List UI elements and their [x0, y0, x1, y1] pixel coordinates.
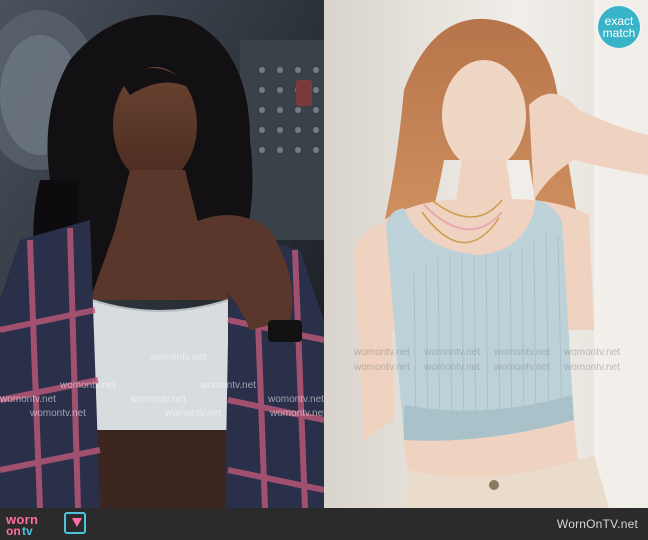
watermark-text: womontv.net — [424, 347, 480, 358]
wornontv-logo[interactable]: worn on tv — [6, 512, 96, 538]
badge-line-exact: exact — [604, 14, 634, 28]
badge-line-match: match — [602, 26, 636, 40]
watermark-text: womontv.net — [564, 362, 620, 373]
watermark-text: womontv.net — [354, 347, 410, 358]
logo-on-text: on — [6, 524, 21, 538]
watermark-text: womontv.net — [268, 394, 324, 405]
watermark-text: womontv.net — [150, 352, 206, 363]
footer-bar: worn on tv WornOnTV.net — [0, 508, 648, 540]
product-photo-illustration — [324, 0, 648, 508]
watermark-text: womontv.net — [494, 347, 550, 358]
watermark-text: womontv.net — [30, 408, 86, 419]
watermark-text: womontv.net — [130, 394, 186, 405]
footer-site-name: WornOnTV.net — [556, 517, 638, 531]
product-photo: womontv.net womontv.net womontv.net womo… — [324, 0, 648, 508]
watermark-text: womontv.net — [165, 408, 221, 419]
watermark-text: womontv.net — [424, 362, 480, 373]
tv-still-illustration — [0, 0, 324, 508]
watermark-text: womontv.net — [0, 394, 56, 405]
watermark-text: womontv.net — [564, 347, 620, 358]
tv-icon — [64, 512, 86, 534]
exact-match-badge: exact match — [598, 6, 640, 48]
tv-still-photo: womontv.net womontv.net womontv.net womo… — [0, 0, 324, 508]
watermark-text: womontv.net — [200, 380, 256, 391]
watermark-text: womontv.net — [270, 408, 324, 419]
logo-tv-text: tv — [22, 524, 33, 538]
watermark-text: womontv.net — [354, 362, 410, 373]
watermark-text: womontv.net — [60, 380, 116, 391]
watermark-text: womontv.net — [494, 362, 550, 373]
